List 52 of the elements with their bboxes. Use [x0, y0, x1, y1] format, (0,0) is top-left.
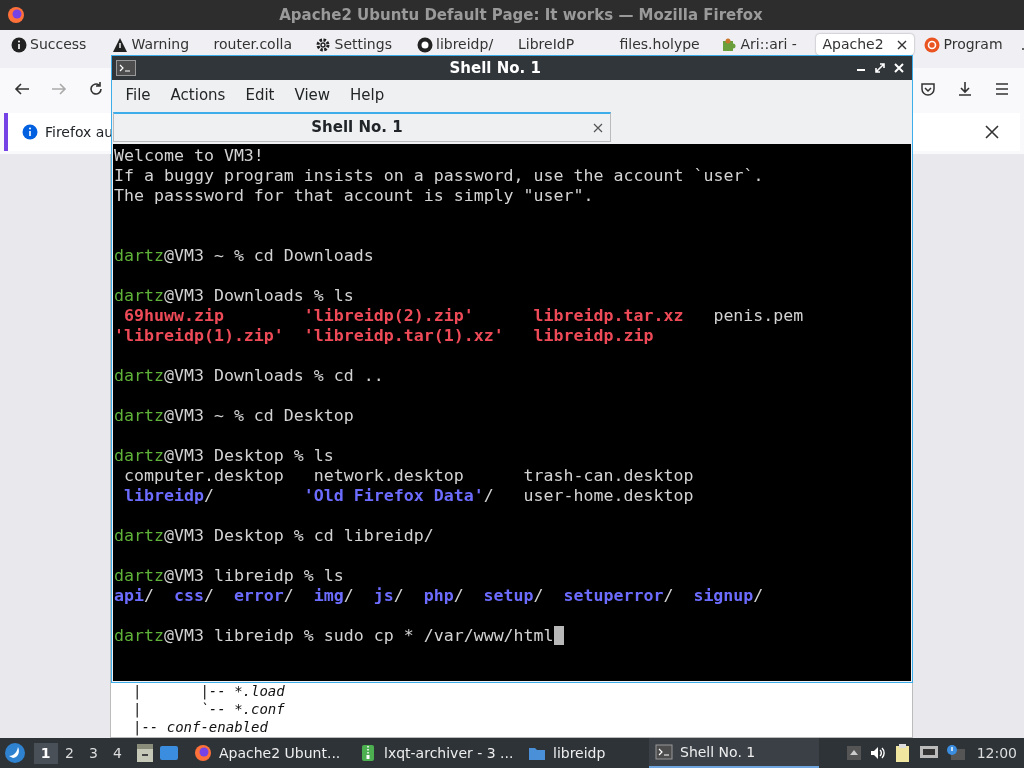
- browser-tab[interactable]: LibreIdP: [511, 34, 609, 55]
- menu-item[interactable]: Help: [340, 83, 395, 107]
- browser-tab[interactable]: Apache2: [815, 34, 914, 55]
- browser-tab[interactable]: router.colla: [206, 34, 305, 55]
- menu-item[interactable]: Actions: [160, 83, 236, 107]
- maximize-icon[interactable]: [874, 62, 886, 74]
- page-text-line: | |-- *.load: [133, 682, 286, 700]
- reload-icon[interactable]: [88, 81, 104, 97]
- pocket-icon[interactable]: [920, 81, 936, 97]
- window-title: Shell No. 1: [448, 57, 542, 79]
- firefox-icon: [7, 6, 25, 24]
- page-text-line: |-- conf-enabled: [133, 718, 269, 736]
- menu-item[interactable]: View: [284, 83, 341, 107]
- terminal-icon: [655, 743, 673, 761]
- archive-icon: [359, 744, 377, 762]
- taskbar-button[interactable]: libreidp: [522, 738, 642, 768]
- browser-tab[interactable]: Program: [917, 34, 1015, 55]
- desktop-switcher[interactable]: 4: [105, 742, 130, 764]
- notification-icon[interactable]: [946, 744, 967, 762]
- close-icon[interactable]: [896, 39, 907, 50]
- terminal-icon: [115, 60, 136, 76]
- info-icon: [22, 124, 38, 140]
- page-text-line: | `-- *.conf: [133, 700, 286, 718]
- taskbar-button[interactable]: Shell No. 1: [649, 738, 819, 768]
- browser-tab[interactable]: libreidp/: [409, 34, 508, 55]
- close-icon[interactable]: [593, 122, 603, 133]
- browser-tab[interactable]: files.holype: [612, 34, 711, 55]
- window-title: Apache2 Ubuntu Default Page: It works — Mozilla Firefox: [278, 4, 764, 26]
- puzzle-icon: [721, 36, 737, 53]
- menu-item[interactable]: File: [115, 83, 161, 107]
- menu-icon[interactable]: [994, 81, 1010, 97]
- desktop-switcher[interactable]: 2: [57, 742, 82, 764]
- warning-icon: [112, 36, 128, 53]
- browser-tab[interactable]: Success: [3, 34, 102, 55]
- terminal-tab[interactable]: Shell No. 1: [113, 112, 611, 142]
- gear-icon: [315, 36, 331, 53]
- close-icon[interactable]: [985, 125, 999, 139]
- desktop-switcher[interactable]: 3: [81, 742, 106, 764]
- firefox-icon: [194, 744, 212, 762]
- back-icon[interactable]: [14, 81, 30, 97]
- taskbar-button[interactable]: lxqt-archiver - 3 ...: [353, 738, 515, 768]
- terminal-output: Welcome to VM3! If a buggy program insists on a password, use the account `user`. The passsword for that account is simply "user". dartz@VM3 ~ % cd Downloads dartz@VM3 Downloads % ls 69huww.zip 'libreidp(2).zip' libreidp.tar.xz penis.pem 'libreidp(1).zip' 'libreidp.tar(1).xz' libreidp.zip dartz@VM3 Downloads % cd .. dartz@VM3 ~ % cd Desktop dartz@VM3 Desktop % ls computer.desktop network.desktop trash-can.desktop libreidp/ 'Old Firefox Data'/ user-home.desktop dartz@VM3 Desktop % cd libreidp/ dartz@VM3 libreidp % ls api/ css/ error/ img/ js/ php/ setup/ setuperror/ signup/ dartz@VM3 libreidp % sudo cp * /var/www/html: [113, 144, 911, 681]
- clock: 12:00: [976, 743, 1017, 763]
- browser-tab[interactable]: Warning: [105, 34, 203, 55]
- desktop-switcher[interactable]: 1: [33, 742, 58, 764]
- menu-item[interactable]: Edit: [235, 83, 285, 107]
- browser-tab[interactable]: Settings: [308, 34, 406, 55]
- taskbar-button[interactable]: Apache2 Ubunt...: [188, 738, 346, 768]
- download-icon[interactable]: [957, 81, 973, 97]
- ubuntu-icon: [924, 36, 940, 53]
- browser-tab[interactable]: Ari::ari -: [714, 34, 812, 55]
- info-icon: [10, 36, 27, 53]
